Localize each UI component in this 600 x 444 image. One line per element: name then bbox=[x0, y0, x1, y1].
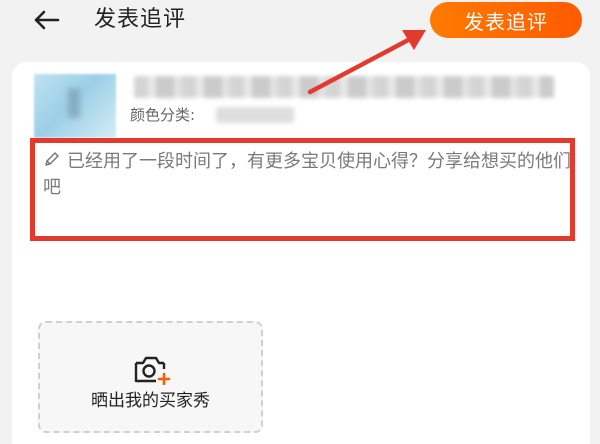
spec-label: 颜色分类: bbox=[130, 106, 196, 124]
submit-review-button[interactable]: 发表追评 bbox=[430, 2, 582, 38]
back-button[interactable] bbox=[28, 4, 64, 36]
review-placeholder-text: 已经用了一段时间了，有更多宝贝使用心得？分享给想买的他们吧 bbox=[43, 151, 571, 198]
top-bar: 发表追评 发表追评 bbox=[0, 0, 600, 48]
upload-photo-button[interactable]: 晒出我的买家秀 bbox=[38, 321, 263, 433]
camera-plus-icon bbox=[134, 356, 171, 385]
product-thumbnail bbox=[34, 74, 116, 138]
pencil-icon bbox=[45, 152, 59, 166]
back-arrow-icon bbox=[34, 10, 60, 30]
review-text-input[interactable]: 已经用了一段时间了，有更多宝贝使用心得？分享给想买的他们吧 bbox=[30, 138, 575, 241]
page-title: 发表追评 bbox=[94, 7, 187, 32]
upload-photo-label: 晒出我的买家秀 bbox=[91, 391, 210, 411]
product-thumbnail-detail bbox=[68, 88, 80, 118]
review-placeholder: 已经用了一段时间了，有更多宝贝使用心得？分享给想买的他们吧 bbox=[43, 149, 573, 201]
spec-value-blurred bbox=[216, 107, 294, 123]
product-title-blurred bbox=[134, 76, 554, 98]
